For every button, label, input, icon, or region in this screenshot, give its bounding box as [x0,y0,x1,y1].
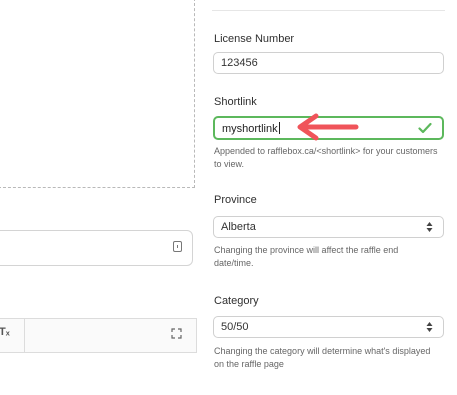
shortlink-label: Shortlink [214,96,257,108]
license-number-input[interactable]: 123456 [213,52,444,74]
calendar-icon[interactable] [173,241,182,252]
clear-format-icon[interactable]: Tₓ [0,326,10,338]
province-help: Changing the province will affect the ra… [214,245,399,268]
date-input[interactable] [0,230,193,266]
shortlink-value: myshortlink [222,122,280,135]
category-help: Changing the category will determine wha… [214,346,431,369]
category-value: 50/50 [221,321,249,333]
select-arrows-icon [426,222,433,232]
text-caret [278,122,280,134]
license-number-label: License Number [214,33,295,45]
category-label: Category [214,295,259,307]
toolbar-separator [24,319,25,352]
annotation-arrow-icon [297,113,359,141]
section-divider [212,10,445,11]
category-select[interactable]: 50/50 [213,316,444,338]
province-select[interactable]: Alberta [213,216,444,238]
shortlink-help: Appended to rafflebox.ca/<shortlink> for… [214,146,438,169]
fullscreen-icon[interactable] [171,328,182,339]
province-label: Province [214,194,257,206]
image-drop-zone[interactable] [0,0,195,188]
license-number-value: 123456 [221,57,258,69]
province-value: Alberta [221,221,256,233]
editor-toolbar: Tₓ [0,318,197,353]
select-arrows-icon [426,322,433,332]
check-icon [418,122,432,134]
